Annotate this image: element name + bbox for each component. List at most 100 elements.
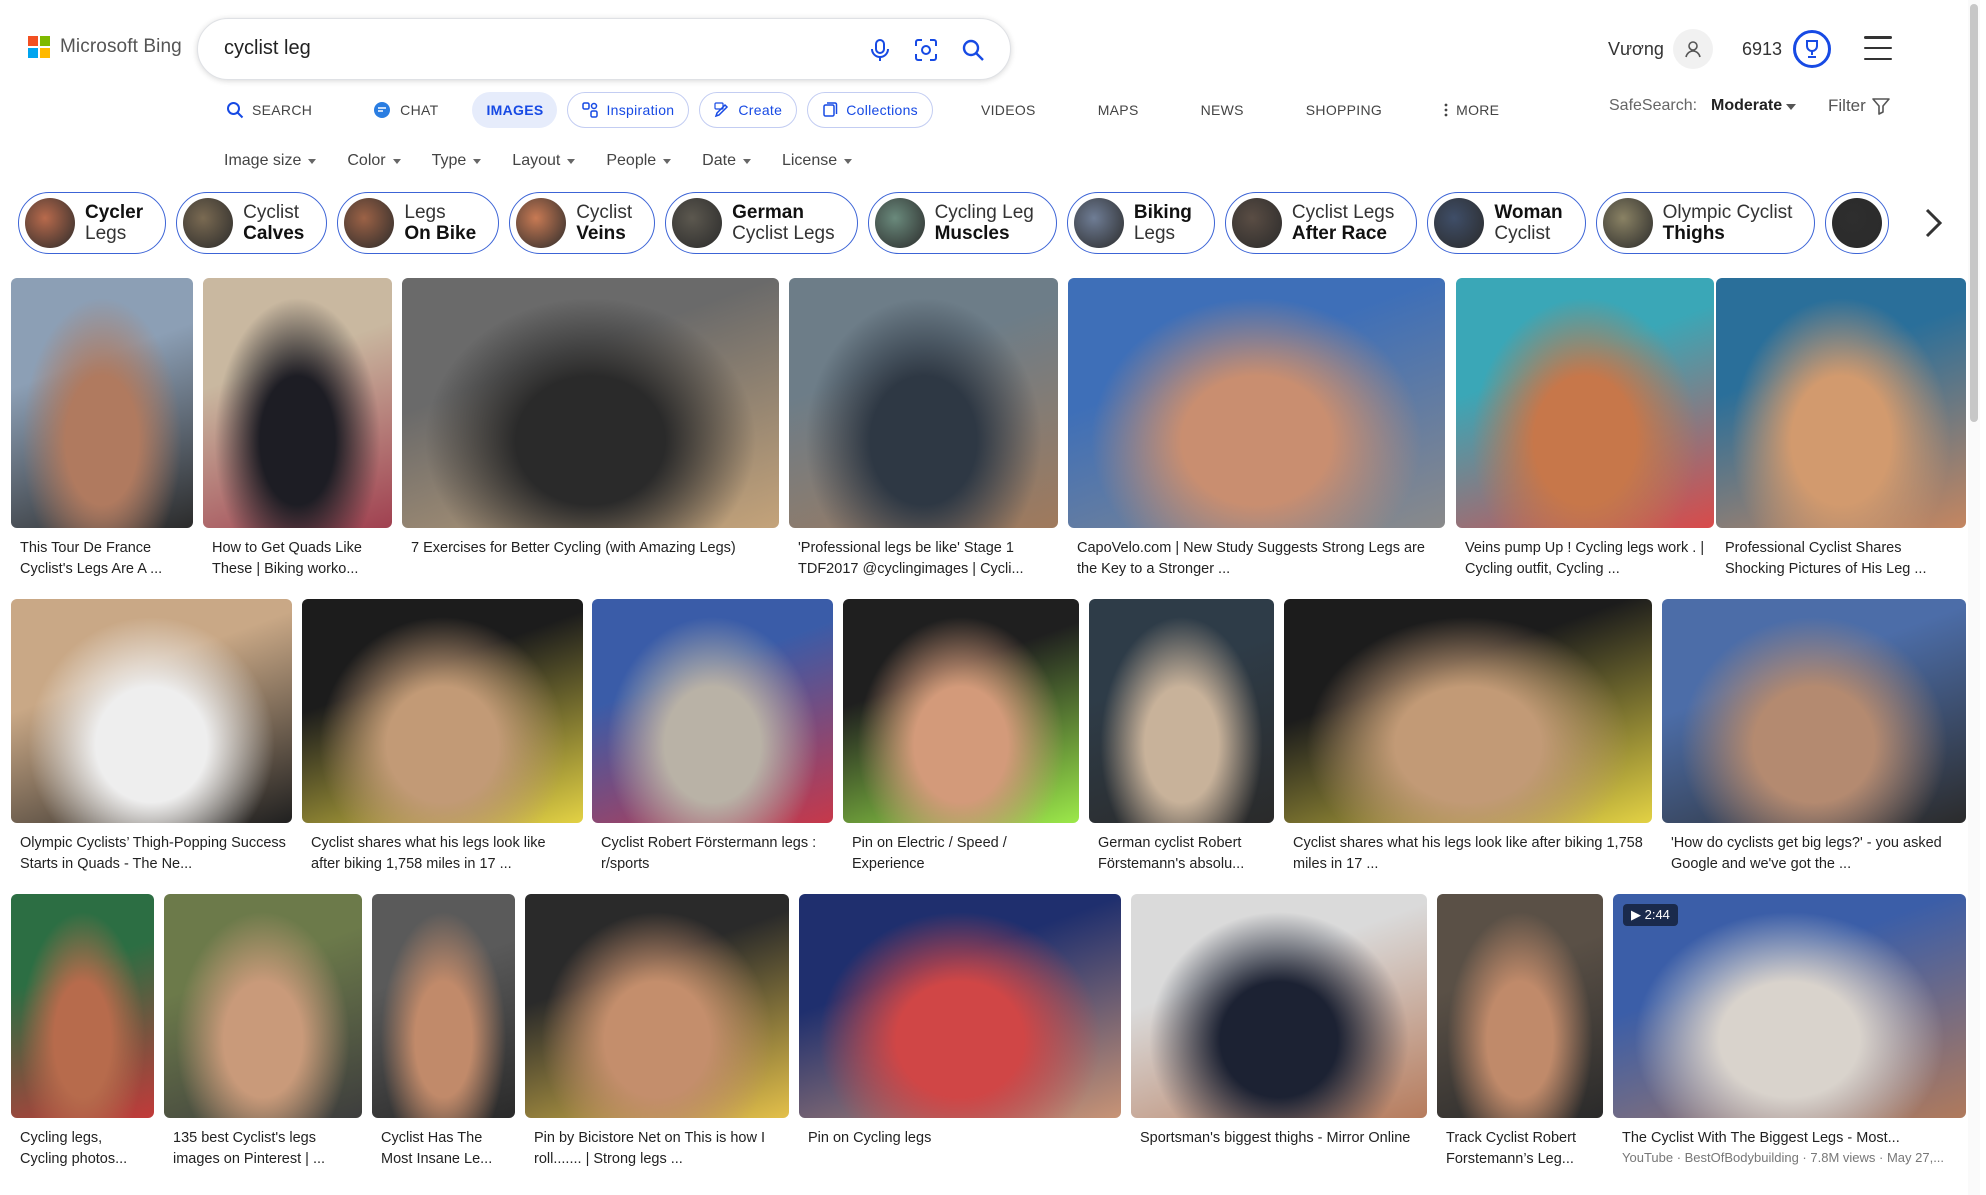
nav-tab-chat[interactable]: CHAT (358, 92, 452, 128)
image-caption[interactable]: Pin on Electric / Speed / Experience (852, 833, 1073, 875)
related-search-text: Cyclist (576, 202, 633, 223)
nav-tab-collections[interactable]: Collections (807, 92, 933, 128)
image-caption[interactable]: 'How do cyclists get big legs?' - you as… (1671, 833, 1960, 875)
nav-tab-create[interactable]: Create (699, 92, 798, 128)
image-caption[interactable]: This Tour De France Cyclist's Legs Are A… (20, 538, 187, 580)
image-caption[interactable]: Cycling legs, Cycling photos... (20, 1128, 148, 1170)
filter-type[interactable]: Type (432, 152, 482, 170)
related-search-pill[interactable]: Cyclist Veins (509, 192, 656, 254)
rewards-trophy-icon[interactable] (1793, 30, 1831, 68)
filter-funnel-icon[interactable] (1871, 96, 1891, 121)
image-thumbnail[interactable] (402, 278, 779, 528)
image-thumbnail[interactable] (1716, 278, 1966, 528)
nav-tab-images[interactable]: IMAGES (472, 92, 558, 128)
image-thumbnail[interactable]: ▶ 2:44 (1613, 894, 1966, 1118)
image-thumbnail[interactable] (11, 599, 292, 823)
image-caption[interactable]: Pin on Cycling legs (808, 1128, 1115, 1170)
image-caption[interactable]: Cyclist Robert Förstermann legs : r/spor… (601, 833, 827, 875)
image-filters: Image size Color Type Layout People Date Licen… (224, 152, 883, 170)
nav-tab-maps[interactable]: MAPS (1084, 92, 1153, 128)
image-thumbnail[interactable] (525, 894, 789, 1118)
chevron-down-icon[interactable] (1786, 104, 1796, 110)
related-search-text: Legs (1133, 223, 1176, 244)
image-caption[interactable]: Sportsman's biggest thighs - Mirror Onli… (1140, 1128, 1421, 1170)
image-caption[interactable]: 7 Exercises for Better Cycling (with Ama… (411, 538, 773, 580)
chevron-right-icon[interactable] (1910, 200, 1956, 246)
image-caption[interactable]: CapoVelo.com | New Study Suggests Strong… (1077, 538, 1439, 580)
image-thumbnail[interactable] (1089, 599, 1274, 823)
rewards-points[interactable]: 6913 (1742, 39, 1782, 60)
filter-license[interactable]: License (782, 152, 853, 170)
related-searches: Cycler Legs Cyclist Calves Legs On Bike Cyclis… (18, 192, 1896, 256)
image-thumbnail[interactable] (1284, 599, 1652, 823)
image-thumbnail[interactable] (1068, 278, 1445, 528)
related-search-text: German (732, 202, 804, 223)
related-search-pill[interactable]: Cycling Leg Muscles (867, 192, 1057, 254)
image-thumbnail[interactable] (372, 894, 515, 1118)
filter-layout[interactable]: Layout (512, 152, 576, 170)
image-caption[interactable]: Olympic Cyclists’ Thigh-Popping Success … (20, 833, 286, 875)
image-caption[interactable]: Cyclist Has The Most Insane Le... (381, 1128, 509, 1170)
filter-date[interactable]: Date (702, 152, 751, 170)
image-thumbnail[interactable] (789, 278, 1058, 528)
image-thumbnail[interactable] (592, 599, 833, 823)
image-thumbnail[interactable] (1456, 278, 1714, 528)
safesearch-dropdown[interactable]: Moderate (1711, 97, 1782, 115)
related-search-pill[interactable] (1825, 192, 1890, 254)
menu-icon[interactable] (1864, 36, 1892, 60)
related-search-pill[interactable]: German Cyclist Legs (665, 192, 858, 254)
image-caption[interactable]: The Cyclist With The Biggest Legs - Most… (1622, 1128, 1960, 1149)
search-icon[interactable] (958, 35, 988, 65)
bing-logo[interactable]: Microsoft Bing (28, 36, 182, 58)
microphone-icon[interactable] (865, 35, 895, 65)
image-caption[interactable]: Veins pump Up ! Cycling legs work . | Cy… (1465, 538, 1708, 580)
related-search-pill[interactable]: Woman Cyclist (1427, 192, 1586, 254)
related-search-thumbnail (25, 198, 75, 248)
safesearch-label: SafeSearch: (1609, 97, 1698, 114)
scrollbar[interactable] (1968, 0, 1980, 1195)
image-thumbnail[interactable] (11, 894, 154, 1118)
related-search-pill[interactable]: Cycler Legs (18, 192, 167, 254)
related-search-pill[interactable]: Olympic Cyclist Thighs (1595, 192, 1816, 254)
image-caption[interactable]: Pin by Bicistore Net on This is how I ro… (534, 1128, 783, 1170)
nav-tab-shopping[interactable]: SHOPPING (1292, 92, 1396, 128)
related-search-pill[interactable]: Legs On Bike (337, 192, 500, 254)
filter-color[interactable]: Color (347, 152, 401, 170)
search-box[interactable] (197, 18, 1011, 80)
nav-tab-more[interactable]: MORE (1430, 92, 1513, 128)
nav-tab-inspiration[interactable]: Inspiration (567, 92, 690, 128)
image-thumbnail[interactable] (843, 599, 1079, 823)
filter-button[interactable]: Filter (1828, 96, 1866, 116)
scrollbar-thumb[interactable] (1970, 4, 1978, 422)
image-thumbnail[interactable] (11, 278, 193, 528)
image-thumbnail[interactable] (203, 278, 392, 528)
filter-image-size[interactable]: Image size (224, 152, 317, 170)
image-thumbnail[interactable] (164, 894, 362, 1118)
visual-search-icon[interactable] (911, 35, 941, 65)
nav-tab-videos[interactable]: VIDEOS (967, 92, 1050, 128)
image-caption[interactable]: Cyclist shares what his legs look like a… (1293, 833, 1646, 875)
related-search-pill[interactable]: Cyclist Calves (176, 192, 328, 254)
image-caption[interactable]: 135 best Cyclist's legs images on Pinter… (173, 1128, 356, 1170)
related-search-text: Legs (85, 223, 127, 244)
user-avatar-icon[interactable] (1673, 29, 1713, 69)
nav-tab-search[interactable]: SEARCH (212, 92, 326, 128)
image-caption[interactable]: How to Get Quads Like These | Biking wor… (212, 538, 386, 580)
filter-people[interactable]: People (606, 152, 672, 170)
image-thumbnail[interactable] (1662, 599, 1966, 823)
image-caption[interactable]: 'Professional legs be like' Stage 1 TDF2… (798, 538, 1052, 580)
image-caption[interactable]: German cyclist Robert Förstemann's absol… (1098, 833, 1268, 875)
related-search-pill[interactable]: Biking Legs (1066, 192, 1215, 254)
image-caption[interactable]: Professional Cyclist Shares Shocking Pic… (1725, 538, 1960, 580)
filter-label: Color (347, 152, 386, 169)
related-search-pill[interactable]: Cyclist Legs After Race (1224, 192, 1418, 254)
search-input[interactable] (224, 37, 844, 60)
nav-tab-news[interactable]: NEWS (1187, 92, 1258, 128)
image-thumbnail[interactable] (1131, 894, 1427, 1118)
image-thumbnail[interactable] (799, 894, 1121, 1118)
image-caption[interactable]: Track Cyclist Robert Forstemann’s Leg... (1446, 1128, 1597, 1170)
user-name[interactable]: Vương (1608, 39, 1664, 60)
image-thumbnail[interactable] (302, 599, 583, 823)
image-caption[interactable]: Cyclist shares what his legs look like a… (311, 833, 577, 875)
image-thumbnail[interactable] (1437, 894, 1603, 1118)
